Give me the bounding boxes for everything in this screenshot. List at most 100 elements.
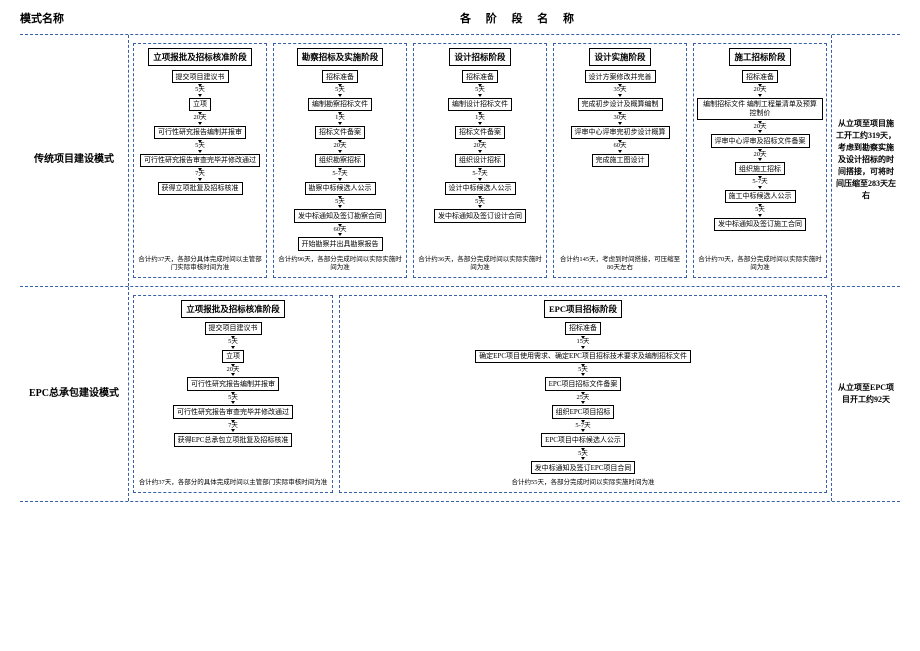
- arrow-down-icon: [758, 186, 762, 189]
- arrow-down-icon: [338, 150, 342, 153]
- step-box: 开始勘察并出具勘察报告: [298, 237, 383, 250]
- stage-title: 立项报批及招标核准阶段: [148, 48, 252, 66]
- step-box: 组织施工招标: [735, 162, 785, 175]
- stage-title: 立项报批及招标核准阶段: [181, 300, 285, 318]
- step-box: 勘察中标候选人公示: [305, 182, 376, 195]
- step-box: 评审中心评审完初步设计概算: [571, 126, 670, 139]
- arrow-down-icon: [581, 429, 585, 432]
- arrow-down-icon: [618, 94, 622, 97]
- stage: 施工招标阶段招标准备20天编制招标文件 编制工程量清单及预算控制价20天评审中心…: [693, 43, 827, 278]
- arrow-down-icon: [198, 150, 202, 153]
- row-summary-note: 从立项至EPC项目开工约92天: [831, 287, 900, 501]
- step-box: 提交项目建议书: [205, 322, 262, 335]
- row-label: EPC总承包建设模式: [20, 287, 129, 501]
- arrow-down-icon: [618, 150, 622, 153]
- step-box: 提交项目建议书: [172, 70, 229, 83]
- model-row: 传统项目建设模式立项报批及招标核准阶段提交项目建议书5天立项20天可行性研究报告…: [20, 34, 900, 286]
- header-row: 模式名称 各 阶 段 名 称: [20, 10, 900, 26]
- step-box: 发中标通知及签订EPC项目合同: [531, 461, 636, 474]
- step-box: 评审中心评审及招标文件备案: [711, 134, 810, 147]
- stage: 勘察招标及实施阶段招标准备5天编制勘察招标文件1天招标文件备案20天组织勘察招标…: [273, 43, 407, 278]
- step-box: 设计中标候选人公示: [445, 182, 516, 195]
- arrow-down-icon: [338, 94, 342, 97]
- stage-title: 设计招标阶段: [449, 48, 510, 66]
- step-box: 招标准备: [462, 70, 498, 83]
- arrow-down-icon: [478, 150, 482, 153]
- stage-summary: 合计约96天，各部分完成时间以实际实施时间为准: [277, 252, 403, 273]
- stage: 立项报批及招标核准阶段提交项目建议书5天立项20天可行性研究报告编制并报审5天可…: [133, 295, 333, 493]
- step-box: EPC项目招标文件备案: [545, 377, 622, 390]
- stages-container: 立项报批及招标核准阶段提交项目建议书5天立项20天可行性研究报告编制并报审5天可…: [129, 287, 831, 501]
- arrow-down-icon: [198, 178, 202, 181]
- stage: 立项报批及招标核准阶段提交项目建议书5天立项20天可行性研究报告编制并报审5天可…: [133, 43, 267, 278]
- step-box: EPC项目中标候选人公示: [541, 433, 625, 446]
- arrow-down-icon: [478, 205, 482, 208]
- header-stage-name: 各 阶 段 名 称: [140, 10, 900, 26]
- stage-title: 施工招标阶段: [729, 48, 790, 66]
- step-box: 完成初步设计及概算编制: [578, 98, 663, 111]
- step-box: 编制勘察招标文件: [308, 98, 372, 111]
- step-box: 确定EPC项目使用需求、确定EPC项目招标技术要求及编制招标文件: [475, 350, 691, 363]
- step-box: 可行性研究报告编制并报审: [187, 377, 279, 390]
- step-box: 立项: [189, 98, 211, 111]
- arrow-down-icon: [198, 94, 202, 97]
- stage-summary: 合计约36天，各部分完成时间以实际实施时间为准: [417, 252, 543, 273]
- arrow-down-icon: [231, 346, 235, 349]
- stage-summary: 合计约37天，各部分的具体完成时间以主管部门实际审核时间为准: [139, 475, 328, 487]
- step-box: 招标准备: [742, 70, 778, 83]
- step-box: 获得EPC总承包立项批复及招标核准: [174, 433, 293, 446]
- arrow-down-icon: [478, 94, 482, 97]
- arrow-down-icon: [338, 233, 342, 236]
- arrow-down-icon: [338, 122, 342, 125]
- step-box: 发中标通知及签订施工合同: [714, 218, 806, 231]
- step-box: 立项: [222, 350, 244, 363]
- arrow-down-icon: [231, 373, 235, 376]
- step-box: 招标准备: [565, 322, 601, 335]
- stages-container: 立项报批及招标核准阶段提交项目建议书5天立项20天可行性研究报告编制并报审5天可…: [129, 35, 831, 286]
- step-box: 施工中标候选人公示: [725, 190, 796, 203]
- stage-title: 勘察招标及实施阶段: [297, 48, 384, 66]
- step-box: 编制设计招标文件: [448, 98, 512, 111]
- step-box: 完成施工图设计: [592, 154, 649, 167]
- step-box: 可行性研究报告审查完毕并修改通过: [173, 405, 293, 418]
- model-row: EPC总承包建设模式立项报批及招标核准阶段提交项目建议书5天立项20天可行性研究…: [20, 286, 900, 502]
- arrow-down-icon: [581, 401, 585, 404]
- arrow-down-icon: [618, 122, 622, 125]
- arrow-down-icon: [581, 373, 585, 376]
- arrow-down-icon: [581, 346, 585, 349]
- header-model-name: 模式名称: [20, 10, 140, 26]
- step-box: 可行性研究报告审查完毕并修改通过: [140, 154, 260, 167]
- step-box: 招标准备: [322, 70, 358, 83]
- arrow-down-icon: [338, 205, 342, 208]
- stage: 设计招标阶段招标准备5天编制设计招标文件1天招标文件备案20天组织设计招标5-7…: [413, 43, 547, 278]
- stage-summary: 合计约70天，各部分完成时间以实际实施时间为准: [697, 252, 823, 273]
- arrow-down-icon: [231, 429, 235, 432]
- step-box: 设计方案修改并完善: [585, 70, 656, 83]
- step-box: 招标文件备案: [315, 126, 365, 139]
- stage-title: EPC项目招标阶段: [544, 300, 622, 318]
- stage-summary: 合计约145天，考虑到时间搭接，可压缩至80天左右: [557, 252, 683, 273]
- arrow-down-icon: [758, 214, 762, 217]
- arrow-down-icon: [581, 457, 585, 460]
- arrow-down-icon: [231, 401, 235, 404]
- arrow-down-icon: [338, 178, 342, 181]
- step-box: 编制招标文件 编制工程量清单及预算控制价: [697, 98, 823, 120]
- stage: EPC项目招标阶段招标准备15天确定EPC项目使用需求、确定EPC项目招标技术要…: [339, 295, 827, 493]
- arrow-down-icon: [758, 94, 762, 97]
- stage: 设计实施阶段设计方案修改并完善35天完成初步设计及概算编制30天评审中心评审完初…: [553, 43, 687, 278]
- arrow-down-icon: [478, 122, 482, 125]
- stage-summary: 合计约37天，各部分具体完成时间以主管部门实际审核时间为准: [137, 252, 263, 273]
- step-box: 发中标通知及签订勘察合同: [294, 209, 386, 222]
- arrow-down-icon: [478, 178, 482, 181]
- step-box: 发中标通知及签订设计合同: [434, 209, 526, 222]
- step-box: 可行性研究报告编制并报审: [154, 126, 246, 139]
- row-summary-note: 从立项至项目施工开工约319天，考虑到勘察实施及设计招标的时间搭接，可将时间压缩…: [831, 35, 900, 286]
- step-box: 组织勘察招标: [315, 154, 365, 167]
- arrow-down-icon: [758, 130, 762, 133]
- step-box: 组织设计招标: [455, 154, 505, 167]
- step-box: 组织EPC项目招标: [552, 405, 615, 418]
- arrow-down-icon: [198, 122, 202, 125]
- row-label: 传统项目建设模式: [20, 35, 129, 286]
- arrow-down-icon: [758, 158, 762, 161]
- stage-summary: 合计约55天，各部分完成时间以实际实施时间为准: [512, 475, 655, 487]
